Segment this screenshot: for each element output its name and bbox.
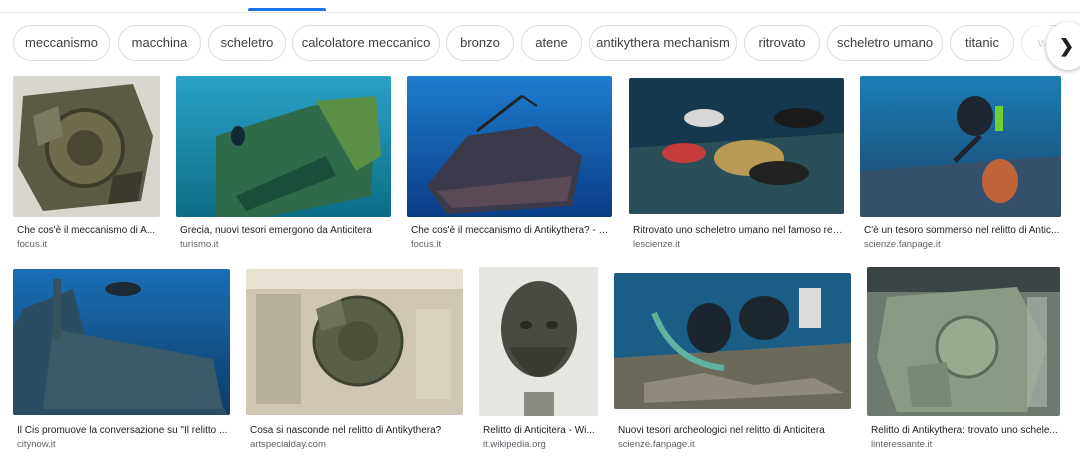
result-title[interactable]: Che cos'è il meccanismo di Antikythera? … <box>411 224 611 237</box>
chevron-right-icon: ❯ <box>1059 36 1075 56</box>
result-source: scienze.fanpage.it <box>618 439 695 450</box>
top-bar <box>0 0 1080 13</box>
image-result-2[interactable]: Grecia, nuovi tesori emergono da Anticit… <box>176 76 392 254</box>
result-thumbnail[interactable] <box>479 267 598 416</box>
result-thumbnail[interactable] <box>614 273 851 409</box>
image-result-7[interactable]: Cosa si nasconde nel relitto di Antikyth… <box>246 269 464 453</box>
image-result-9[interactable]: Nuovi tesori archeologici nel relitto di… <box>614 273 852 453</box>
result-title[interactable]: Che cos'è il meccanismo di A... <box>17 224 159 237</box>
result-thumbnail[interactable] <box>176 76 391 217</box>
result-thumbnail[interactable] <box>13 76 160 217</box>
result-source: lescienze.it <box>633 239 680 250</box>
result-source: citynow.it <box>17 439 56 450</box>
related-search-chips: meccanismo macchina scheletro calcolator… <box>0 25 1080 63</box>
image-result-3[interactable]: Che cos'è il meccanismo di Antikythera? … <box>407 76 613 254</box>
result-title[interactable]: Nuovi tesori archeologici nel relitto di… <box>618 424 850 437</box>
result-title[interactable]: Cosa si nasconde nel relitto di Antikyth… <box>250 424 462 437</box>
chip-scheletro[interactable]: scheletro <box>208 25 286 61</box>
chip-bronzo[interactable]: bronzo <box>446 25 514 61</box>
result-thumbnail[interactable] <box>407 76 612 217</box>
chip-antikythera-mechanism[interactable]: antikythera mechanism <box>589 25 737 61</box>
chips-fade <box>1010 22 1050 66</box>
result-title[interactable]: Ritrovato uno scheletro umano nel famoso… <box>633 224 843 237</box>
result-source: focus.it <box>411 239 442 250</box>
result-source: focus.it <box>17 239 48 250</box>
chip-titanic[interactable]: titanic <box>950 25 1014 61</box>
chip-calcolatore-meccanico[interactable]: calcolatore meccanico <box>292 25 440 61</box>
result-title[interactable]: Relitto di Antikythera: trovato uno sche… <box>871 424 1059 437</box>
result-title[interactable]: Grecia, nuovi tesori emergono da Anticit… <box>180 224 390 237</box>
result-thumbnail[interactable] <box>13 269 230 415</box>
result-thumbnail[interactable] <box>860 76 1061 217</box>
chip-meccanismo[interactable]: meccanismo <box>13 25 110 61</box>
result-source: it.wikipedia.org <box>483 439 546 450</box>
result-thumbnail[interactable] <box>629 78 844 214</box>
chip-scheletro-umano[interactable]: scheletro umano <box>827 25 943 61</box>
image-result-8[interactable]: Relitto di Anticitera - Wi... it.wikiped… <box>479 267 599 453</box>
result-source: turismo.it <box>180 239 219 250</box>
image-result-10[interactable]: Relitto di Antikythera: trovato uno sche… <box>867 267 1061 453</box>
image-result-5[interactable]: C'è un tesoro sommerso nel relitto di An… <box>860 76 1062 254</box>
result-thumbnail[interactable] <box>246 269 463 415</box>
result-title[interactable]: C'è un tesoro sommerso nel relitto di An… <box>864 224 1060 237</box>
image-result-4[interactable]: Ritrovato uno scheletro umano nel famoso… <box>629 78 845 254</box>
result-source: artspecialday.com <box>250 439 326 450</box>
image-result-1[interactable]: Che cos'è il meccanismo di A... focus.it <box>13 76 161 254</box>
image-result-6[interactable]: Il Cis promuove la conversazione su "Il … <box>13 269 231 453</box>
chip-atene[interactable]: atene <box>521 25 582 61</box>
result-thumbnail[interactable] <box>867 267 1060 416</box>
result-title[interactable]: Relitto di Anticitera - Wi... <box>483 424 597 437</box>
result-title[interactable]: Il Cis promuove la conversazione su "Il … <box>17 424 229 437</box>
result-source: linteressante.it <box>871 439 933 450</box>
result-source: scienze.fanpage.it <box>864 239 941 250</box>
chip-ritrovato[interactable]: ritrovato <box>744 25 820 61</box>
active-tab-indicator <box>248 8 326 11</box>
chip-macchina[interactable]: macchina <box>118 25 201 61</box>
